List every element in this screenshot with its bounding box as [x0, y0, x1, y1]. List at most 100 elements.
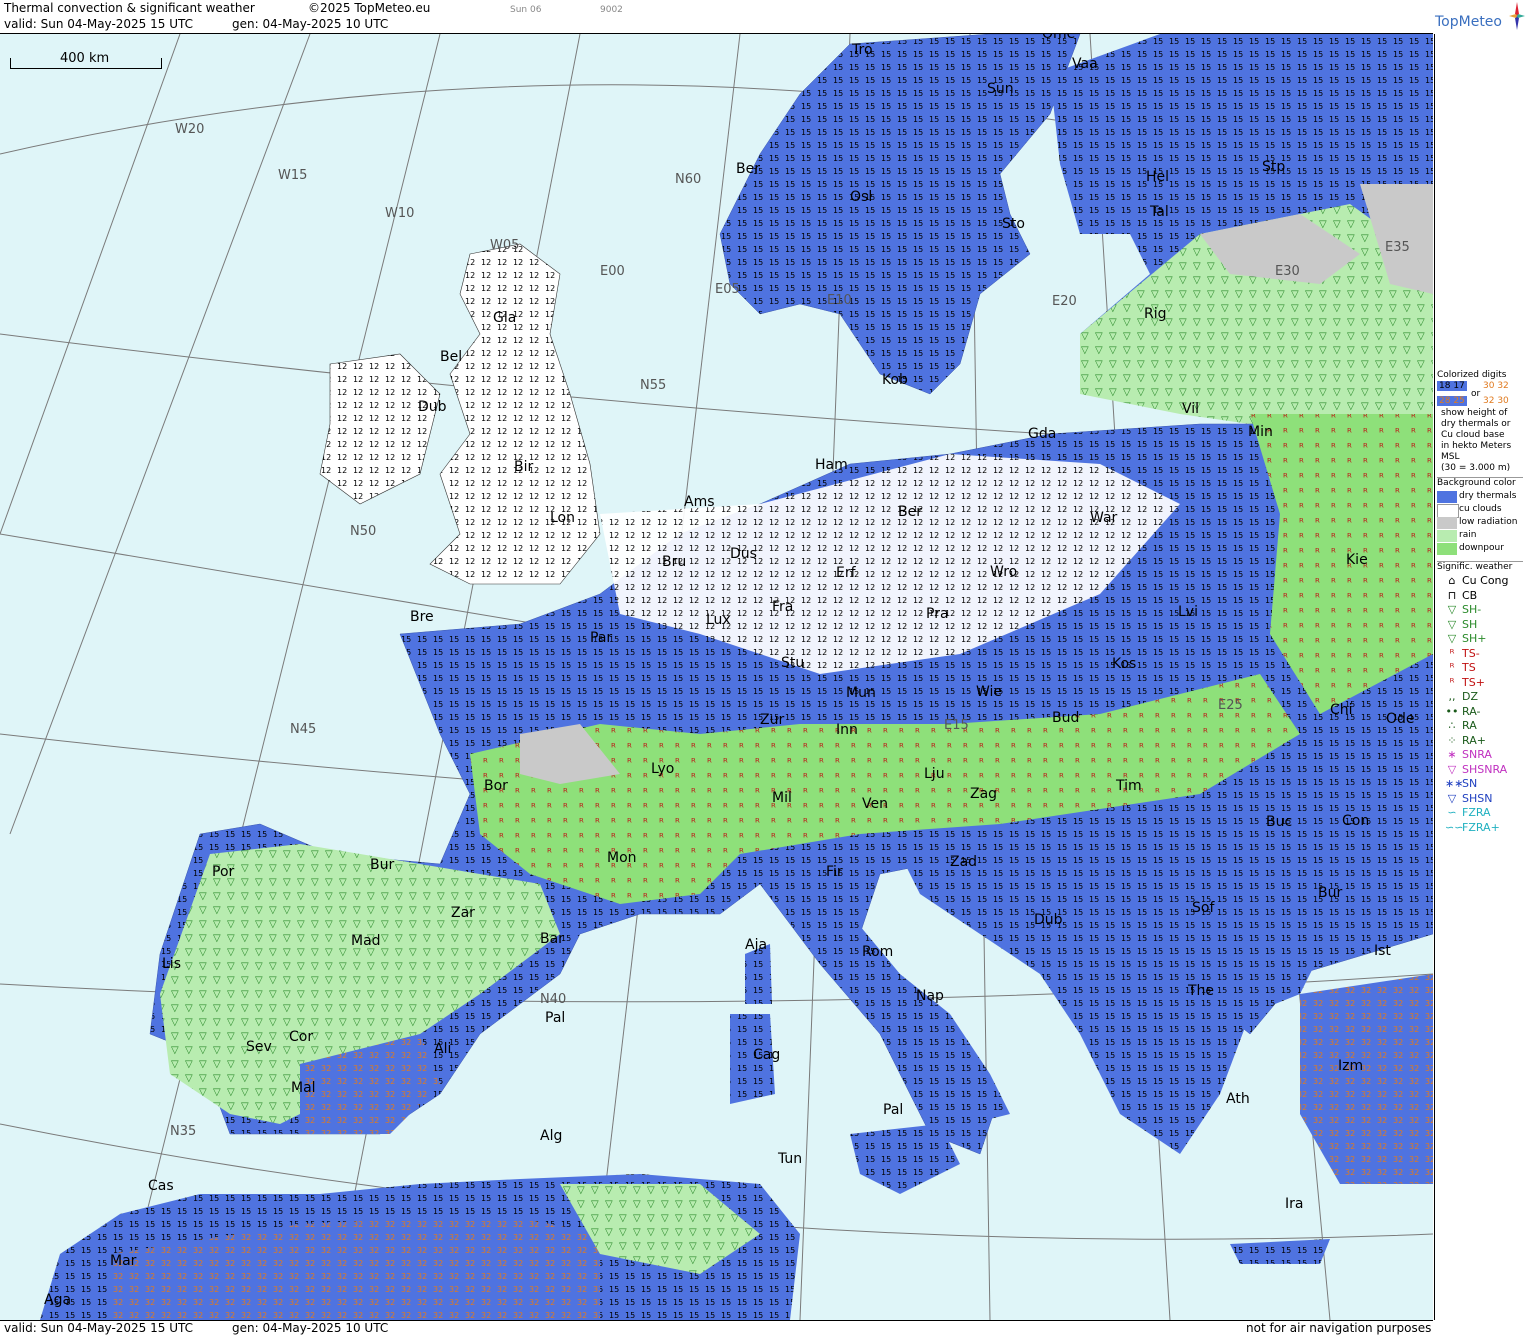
scale-label: 400 km [60, 51, 110, 66]
wx-symbol-icon: ,, [1448, 690, 1456, 703]
city-label: Mal [291, 1080, 316, 1096]
wx-symbol-icon: ▽ [1447, 617, 1457, 631]
wx-label: TS- [1462, 646, 1480, 660]
city-label: Kos [1112, 656, 1137, 672]
wx-symbol-icon: •• [1445, 704, 1459, 718]
city-label: Ode [1386, 711, 1415, 727]
city-label: Por [212, 864, 235, 880]
wx-symbol-icon: ᴿ [1449, 675, 1455, 689]
wx-label: SH- [1462, 603, 1482, 616]
city-label: Zag [970, 786, 998, 802]
wx-symbol-icon: ∽ [1447, 806, 1457, 819]
wx-label: RA [1462, 719, 1477, 732]
grid-label: E35 [1385, 240, 1410, 255]
footer-bar: valid: Sun 04-May-2025 15 UTC gen: 04-Ma… [0, 1320, 1433, 1336]
wx-symbol-icon: ⌂ [1448, 574, 1456, 587]
wx-label: RA+ [1462, 733, 1486, 747]
city-label: Mil [772, 790, 792, 806]
city-label: Osl [850, 189, 873, 205]
swatch-cu-clouds [1437, 504, 1459, 518]
city-label: Rom [862, 944, 894, 960]
city-label: Bru [662, 554, 687, 570]
city-label: Tim [1116, 778, 1142, 794]
city-label: Zur [760, 712, 785, 728]
footer-valid: valid: Sun 04-May-2025 15 UTC [4, 1321, 193, 1335]
city-label: Pal [545, 1010, 566, 1026]
city-label: Bel [440, 349, 463, 365]
city-label: Inn [836, 722, 858, 738]
legend-explain: Cu cloud base [1441, 430, 1505, 440]
city-label: Ali [434, 1041, 452, 1057]
city-label: Pal [883, 1102, 904, 1118]
city-label: Kie [1346, 552, 1368, 568]
city-label: Pra [926, 606, 949, 622]
legend-bg-label: downpour [1459, 543, 1504, 553]
grid-label: N45 [290, 722, 317, 737]
city-label: Lis [162, 956, 181, 972]
swatch-downpour [1437, 543, 1457, 555]
wx-symbol-icon: ∗ [1447, 748, 1457, 761]
valid-time: valid: Sun 04-May-2025 15 UTC [4, 17, 193, 31]
land-corsica [745, 944, 772, 1004]
city-label: Lvi [1178, 604, 1198, 620]
wx-label: TS+ [1462, 675, 1485, 689]
wx-symbol-icon: ᴿ [1449, 646, 1455, 660]
generated-time: gen: 04-May-2025 10 UTC [232, 17, 389, 31]
city-label: Tal [1150, 204, 1169, 220]
wx-symbol-icon: ∴ [1448, 719, 1456, 732]
city-label: Mad [351, 933, 381, 949]
city-label: Tun [778, 1151, 803, 1167]
grid-label: E20 [1052, 294, 1077, 309]
city-label: Cor [289, 1029, 314, 1045]
logo-text: TopMeteo [1435, 14, 1502, 30]
city-label: Nap [916, 988, 944, 1004]
wx-symbol-icon: ▽ [1447, 791, 1457, 805]
wx-label: SH [1462, 617, 1478, 631]
city-label: Zad [950, 854, 978, 870]
city-label: Izm [1338, 1058, 1364, 1074]
city-label: Aja [745, 937, 768, 953]
land-crete [1230, 1239, 1330, 1264]
city-label: Stu [781, 655, 805, 671]
city-label: Bur [370, 857, 395, 873]
grid-label: W15 [278, 168, 308, 183]
city-label: Ome [1042, 34, 1076, 42]
legend-explain: in hekto Meters [1441, 441, 1512, 451]
legend-bg-label: dry thermals [1459, 491, 1517, 501]
city-label: Sof [1192, 900, 1215, 916]
city-label: Mon [607, 850, 637, 866]
city-label: Chi [1330, 702, 1353, 718]
code-label: 9002 [600, 5, 623, 15]
wx-label: SN [1462, 777, 1478, 790]
legend-bg-label: rain [1459, 530, 1477, 540]
grid-label: W05 [490, 238, 520, 253]
grid-label: E10 [827, 293, 852, 308]
city-label: Ath [1226, 1091, 1250, 1107]
legend-explain: MSL [1441, 452, 1460, 462]
city-label: Fra [772, 599, 794, 615]
wx-label: DZ [1462, 690, 1479, 703]
city-label: Alg [540, 1128, 563, 1144]
city-label: Ven [862, 796, 888, 812]
legend-colorized-title: Colorized digits [1437, 370, 1507, 380]
legend-bg-label: low radiation [1459, 517, 1518, 527]
land-scandinavia [719, 34, 1081, 395]
legend-sample-b: 30 32 [1483, 381, 1509, 391]
legend-explain: (30 = 3.000 m) [1441, 463, 1511, 473]
topmeteo-logo[interactable]: TopMeteo [1435, 0, 1525, 33]
land-turkey [1300, 974, 1433, 1184]
legend-sample-a: 18 17 [1437, 381, 1467, 391]
city-label: Wro [990, 564, 1018, 580]
grid-label: E05 [715, 282, 740, 297]
wx-symbol-icon: ∽∽ [1445, 820, 1464, 834]
city-label: Cas [148, 1178, 174, 1194]
city-label: Dub [418, 399, 447, 415]
wx-label: SH+ [1462, 632, 1487, 645]
forecast-map[interactable]: 12 15 ▽ ᴿ 32 [0, 34, 1433, 1320]
city-label: Ams [684, 494, 715, 510]
city-label: Vil [1182, 401, 1200, 417]
grid-label: E25 [1218, 698, 1243, 713]
grid-label: N55 [640, 378, 667, 393]
legend-explain: show height of [1441, 408, 1508, 418]
city-label: Lon [550, 510, 575, 526]
